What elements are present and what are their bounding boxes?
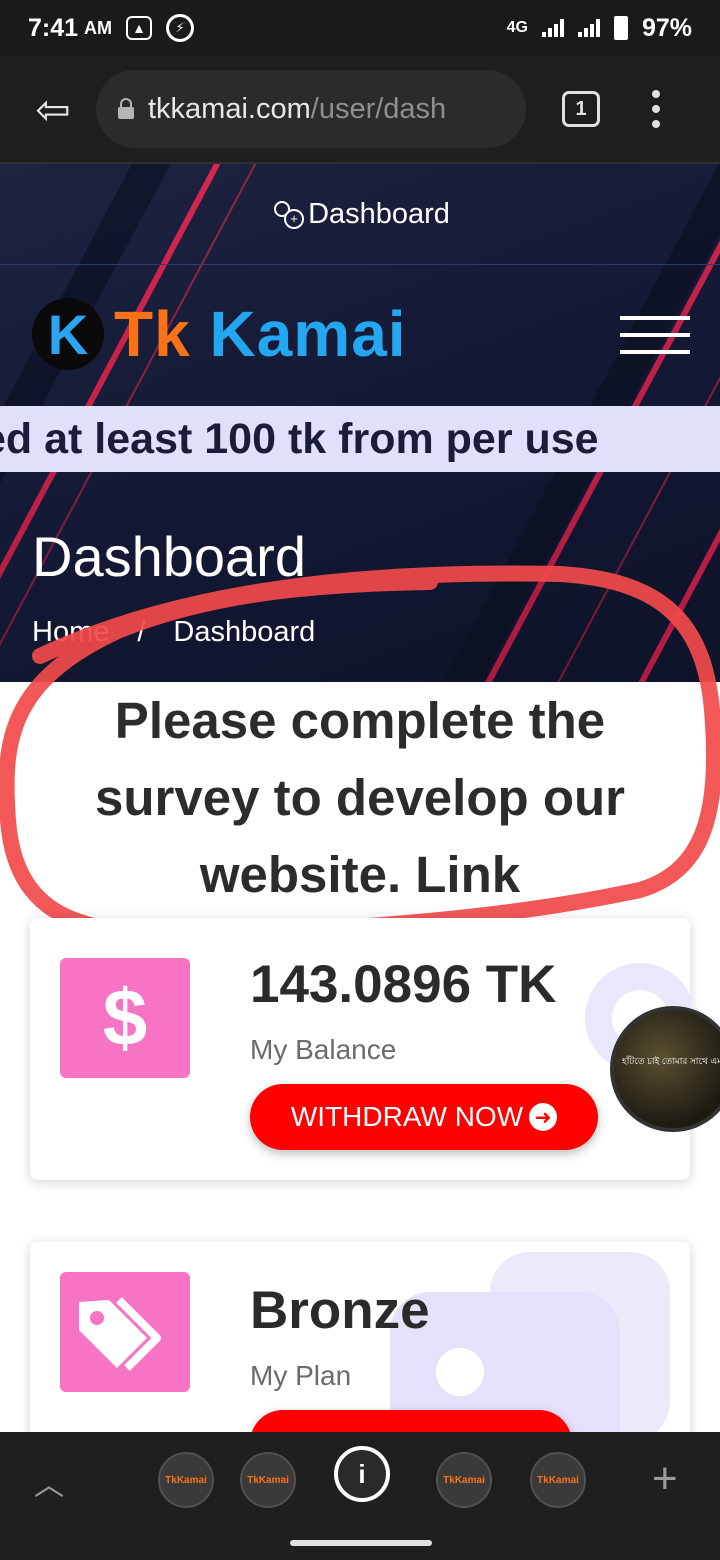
active-tab-thumbnail[interactable]: i <box>334 1446 390 1502</box>
url-text: tkkamai.com/user/dash <box>148 92 447 125</box>
breadcrumb-current: Dashboard <box>173 616 316 648</box>
tab-thumbnail[interactable]: TkKamai <box>436 1452 492 1508</box>
address-bar[interactable]: tkkamai.com/user/dash <box>96 70 526 148</box>
site-header: Dashboard K Tk Kamai ed at least 100 tk … <box>0 164 720 682</box>
withdraw-now-label: WITHDRAW NOW <box>290 1101 524 1132</box>
dashboard-link-label: Dashboard <box>308 197 450 230</box>
messenger-notification-icon: ⚡ <box>166 14 195 42</box>
chevron-up-icon[interactable]: ︿ <box>34 1460 64 1504</box>
dashboard-link[interactable]: Dashboard <box>0 164 720 265</box>
battery-icon <box>613 16 628 40</box>
balance-label: My Balance <box>250 1034 397 1065</box>
more-options-icon[interactable] <box>652 90 660 128</box>
status-bar: 7:41 AM ▲ ⚡ 4G 97% <box>0 0 720 56</box>
page-title: Dashboard <box>32 525 306 588</box>
tab-thumbnail[interactable]: TkKamai <box>530 1452 586 1508</box>
status-ampm: AM <box>84 17 113 38</box>
gallery-notification-icon: ▲ <box>126 16 153 40</box>
network-type: 4G <box>506 19 528 36</box>
withdraw-now-button[interactable]: WITHDRAW NOW ➜ <box>250 1084 598 1150</box>
plan-card: Bronze My Plan <box>30 1242 690 1442</box>
user-add-icon <box>270 199 305 229</box>
announcement-marquee: ed at least 100 tk from per use <box>0 406 720 472</box>
new-tab-plus-icon[interactable]: + <box>652 1454 678 1504</box>
site-logo[interactable]: K Tk Kamai <box>32 289 407 379</box>
gesture-nav-handle[interactable] <box>290 1540 432 1546</box>
breadcrumb-separator: / <box>137 616 146 648</box>
breadcrumb-home[interactable]: Home <box>32 616 109 649</box>
balance-card: $ 143.0896 TK My Balance WITHDRAW NOW ➜ <box>30 918 690 1180</box>
tab-switcher-button[interactable]: 1 <box>562 91 600 127</box>
plan-value: Bronze <box>250 1281 430 1340</box>
bubble-caption: হাঁটতে চাই তোমার সাথে এমন একটি রাতে <box>622 1056 720 1066</box>
browser-toolbar: ⇦ tkkamai.com/user/dash 1 <box>0 56 720 164</box>
brand-name: Tk Kamai <box>114 298 407 370</box>
tab-thumbnail[interactable]: TkKamai <box>240 1452 296 1508</box>
breadcrumb: Home / Dashboard <box>32 616 315 649</box>
balance-value: 143.0896 TK <box>250 955 557 1014</box>
back-arrow-icon[interactable]: ⇦ <box>18 74 88 144</box>
tab-thumbnail[interactable]: TkKamai <box>158 1452 214 1508</box>
plan-label: My Plan <box>250 1360 352 1391</box>
logo-mark-icon: K <box>32 298 104 370</box>
status-time: 7:41 <box>28 13 79 42</box>
lock-icon <box>118 98 134 120</box>
arrow-right-circle-icon: ➜ <box>529 1103 558 1131</box>
hamburger-menu-icon[interactable] <box>620 316 690 354</box>
survey-notice[interactable]: Please complete the survey to develop ou… <box>0 682 720 913</box>
signal-2-icon <box>577 19 600 37</box>
dollar-icon: $ <box>60 958 190 1078</box>
battery-percent: 97% <box>641 13 692 42</box>
price-tag-icon <box>60 1272 190 1392</box>
signal-icon <box>541 19 564 37</box>
